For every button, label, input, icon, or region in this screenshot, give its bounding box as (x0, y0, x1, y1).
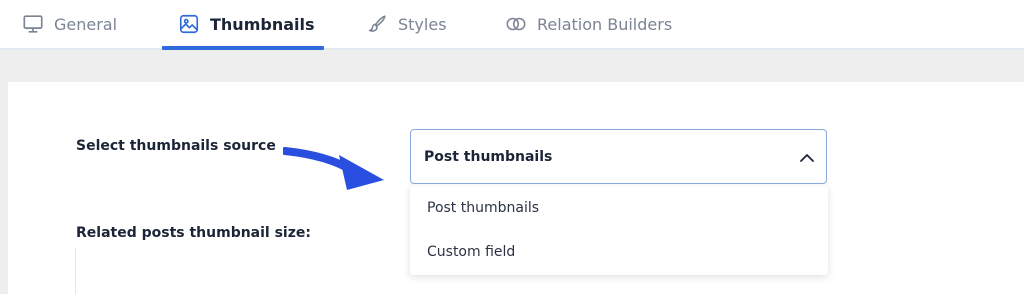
settings-tab-bar: General Thumbnails Styles Relation Build… (0, 0, 1024, 50)
tab-label: Thumbnails (210, 14, 315, 34)
select-dropdown-menu: Post thumbnails Custom field (410, 186, 828, 275)
annotation-arrow-icon (283, 147, 384, 190)
tab-styles[interactable]: Styles (366, 0, 447, 48)
thumbnails-source-label: Select thumbnails source (76, 138, 276, 154)
tab-label: Styles (398, 14, 447, 34)
tab-label: Relation Builders (537, 14, 673, 34)
thumbnail-size-label: Related posts thumbnail size: (76, 225, 311, 241)
monitor-icon (22, 13, 44, 35)
tab-thumbnails[interactable]: Thumbnails (178, 0, 315, 48)
divider (75, 248, 76, 294)
overlapping-circles-icon (505, 13, 527, 35)
chevron-up-icon (800, 154, 814, 162)
tab-relation-builders[interactable]: Relation Builders (505, 0, 672, 48)
brush-icon (366, 13, 388, 35)
selected-value: Post thumbnails (424, 149, 553, 165)
tab-general[interactable]: General (22, 0, 117, 48)
option-post-thumbnails[interactable]: Post thumbnails (427, 200, 539, 216)
option-custom-field[interactable]: Custom field (427, 244, 515, 260)
thumbnails-source-select[interactable]: Post thumbnails (410, 129, 827, 184)
image-icon (178, 13, 200, 35)
tab-label: General (54, 14, 118, 34)
